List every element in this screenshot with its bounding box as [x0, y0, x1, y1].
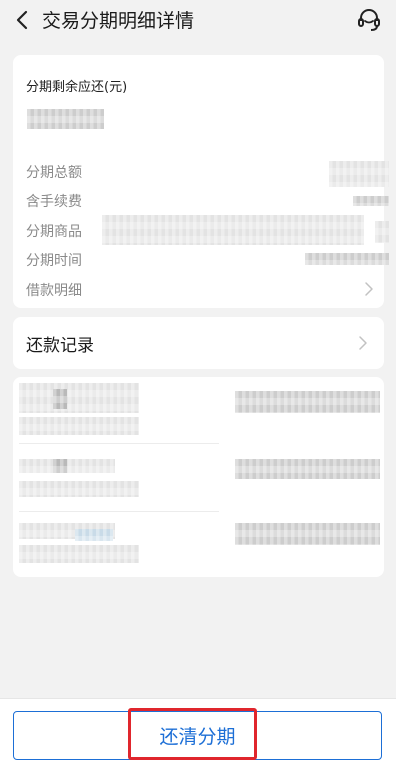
installment-summary-card: 分期剩余应还(元) 分期总额 含手续费 分期商品 分期时间 借款明细 — [13, 55, 389, 308]
product-value-masked — [102, 215, 364, 245]
chevron-right-icon — [365, 282, 373, 296]
product-label: 分期商品 — [26, 224, 82, 240]
chevron-right-icon — [359, 336, 367, 350]
page-title: 交易分期明细详情 — [42, 10, 195, 32]
loan-detail-row[interactable]: 借款明细 — [26, 278, 376, 300]
total-amount-value-masked — [329, 161, 389, 187]
fee-row: 含手续费 — [26, 189, 389, 211]
list-item-subtitle-masked — [19, 545, 139, 563]
divider — [19, 511, 219, 512]
remaining-amount-value-masked — [27, 109, 104, 129]
list-item-amount-masked — [235, 459, 380, 479]
total-amount-row: 分期总额 — [26, 160, 389, 187]
fee-label: 含手续费 — [26, 194, 82, 210]
list-item-subtitle-masked — [19, 417, 139, 435]
page: 交易分期明细详情 分期剩余应还(元) 分期总额 含手续费 分期商品 分期时间 借… — [0, 0, 396, 767]
list-item-title-masked — [19, 459, 115, 473]
customer-service-button[interactable] — [354, 5, 384, 35]
chevron-left-icon — [16, 10, 28, 30]
back-button[interactable] — [8, 6, 36, 34]
divider — [19, 443, 219, 444]
pay-off-installment-label: 还清分期 — [159, 726, 236, 748]
repayment-records-entry[interactable]: 还款记录 — [13, 317, 384, 369]
list-item-subtitle-masked — [19, 481, 139, 497]
total-amount-label: 分期总额 — [26, 165, 82, 181]
list-item-amount-masked — [235, 523, 380, 545]
installment-time-value-masked — [305, 253, 389, 265]
list-item-title-masked-blue — [75, 529, 113, 541]
pay-off-installment-button[interactable]: 还清分期 — [13, 711, 382, 760]
list-item-amount-masked — [235, 391, 380, 413]
list-item-title-masked-dark — [53, 459, 67, 473]
fee-value-masked — [353, 196, 389, 206]
headset-icon — [358, 9, 380, 31]
product-value-masked-tail — [375, 221, 389, 243]
loan-detail-label: 借款明细 — [26, 283, 82, 299]
bottom-action-bar: 还清分期 — [0, 698, 396, 767]
list-item-title-masked — [19, 383, 139, 413]
remaining-amount-label: 分期剩余应还(元) — [26, 80, 128, 95]
list-item-title-masked-dark — [53, 389, 67, 409]
product-row: 分期商品 — [26, 215, 389, 245]
nav-header: 交易分期明细详情 — [0, 0, 396, 42]
installment-list-card — [13, 377, 384, 577]
installment-time-row: 分期时间 — [26, 248, 389, 270]
installment-time-label: 分期时间 — [26, 253, 82, 269]
repayment-records-label: 还款记录 — [26, 336, 94, 356]
